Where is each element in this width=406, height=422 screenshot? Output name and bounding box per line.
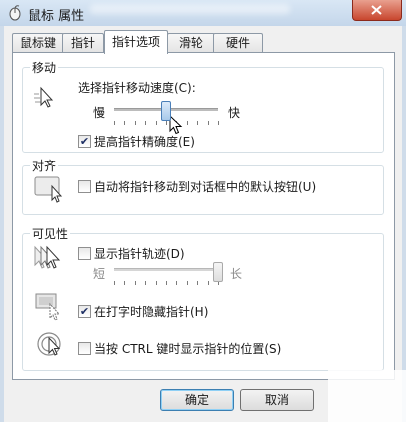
slider-tick (207, 121, 209, 125)
show-location-ctrl-checkbox[interactable] (78, 342, 91, 355)
motion-group-title: 移动 (30, 59, 59, 76)
hide-while-typing-label: 在打字时隐藏指针(H) (94, 305, 209, 319)
title-bar: 鼠标 属性 (0, 0, 406, 26)
pointer-speed-icon (34, 86, 54, 108)
slider-tick (218, 121, 219, 125)
pointer-trails-label: 显示指针轨迹(D) (94, 247, 185, 261)
close-button[interactable] (352, 0, 402, 21)
ok-button[interactable]: 确定 (160, 389, 234, 411)
pointer-trails-icon (34, 245, 61, 269)
blurred-title-region (90, 4, 290, 14)
snap-group-title: 对齐 (30, 157, 59, 174)
trails-slider-track[interactable] (114, 268, 218, 271)
slider-tick (124, 121, 126, 125)
trails-long-label: 长 (230, 267, 243, 281)
mouse-cursor-icon (169, 115, 183, 135)
slider-tick (124, 281, 126, 285)
slider-tick (186, 281, 188, 285)
slider-tick (155, 121, 157, 125)
tab-pointer-options[interactable]: 指针选项 (104, 30, 168, 54)
cancel-button[interactable]: 取消 (240, 389, 314, 411)
tab-buttons[interactable]: 鼠标键 (12, 33, 64, 53)
speed-label: 选择指针移动速度(C): (78, 81, 196, 95)
slider-tick (145, 281, 147, 285)
slider-tick (197, 121, 199, 125)
slider-tick (166, 281, 167, 285)
slider-tick (197, 281, 199, 285)
slider-tick (207, 281, 209, 285)
mouse-icon (9, 5, 21, 21)
fast-label: 快 (228, 106, 241, 120)
snap-to-default-checkbox[interactable] (78, 180, 91, 193)
precision-label: 提高指针精确度(E) (94, 135, 195, 149)
tab-wheel[interactable]: 滑轮 (167, 33, 215, 53)
visibility-group-title: 可见性 (30, 225, 71, 242)
trails-slider-thumb[interactable] (213, 262, 223, 282)
slider-tick (186, 121, 188, 125)
slider-tick (114, 121, 115, 125)
speed-slider-thumb[interactable] (161, 101, 171, 121)
close-icon (371, 5, 382, 15)
slider-tick (166, 121, 167, 125)
pointer-snap-icon (34, 176, 63, 203)
show-location-ctrl-label: 当按 CTRL 键时显示指针的位置(S) (94, 342, 282, 356)
slider-tick (145, 121, 147, 125)
slider-tick (134, 281, 136, 285)
watermark-overlay (328, 370, 406, 422)
slow-label: 慢 (93, 106, 106, 120)
trails-short-label: 短 (93, 267, 106, 281)
window-title: 鼠标 属性 (28, 9, 85, 24)
tab-pointers[interactable]: 指针 (62, 33, 104, 53)
hide-while-typing-checkbox[interactable]: ✔ (78, 305, 91, 318)
slider-tick (155, 281, 157, 285)
hide-pointer-icon (35, 293, 61, 321)
slider-tick (176, 281, 178, 285)
slider-tick (114, 281, 115, 285)
slider-tick (134, 121, 136, 125)
tab-hardware[interactable]: 硬件 (213, 33, 263, 53)
pointer-trails-checkbox[interactable] (78, 247, 91, 260)
locate-pointer-icon (37, 332, 61, 356)
snap-to-default-label: 自动将指针移动到对话框中的默认按钮(U) (94, 180, 317, 194)
precision-checkbox[interactable]: ✔ (78, 135, 91, 148)
